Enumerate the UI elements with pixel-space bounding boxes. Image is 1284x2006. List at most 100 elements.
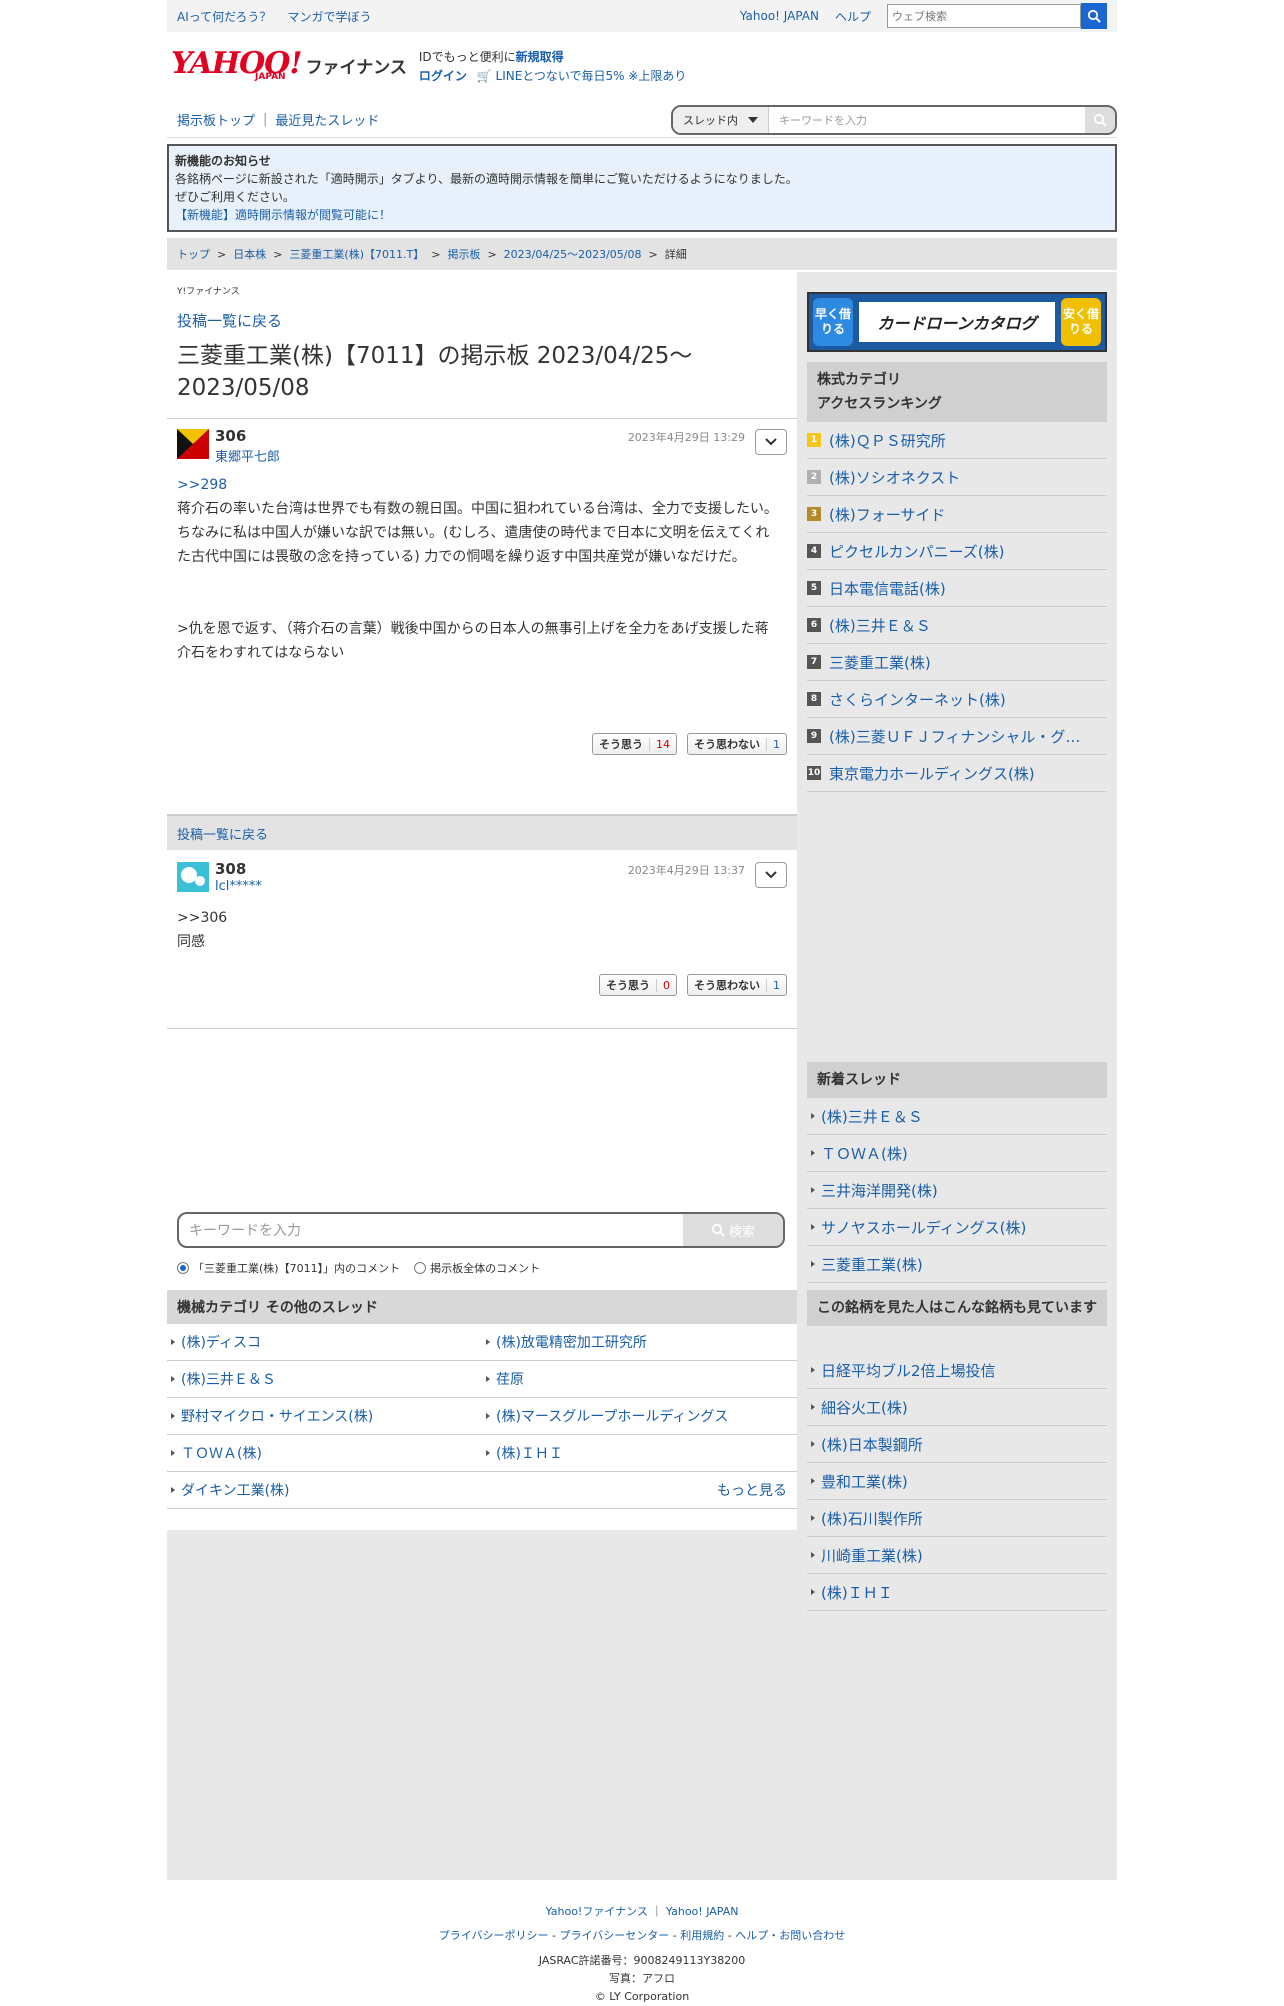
category-link[interactable]: 荏原 xyxy=(496,1369,524,1389)
ranking-item[interactable]: 2 (株)ソシオネクスト xyxy=(807,459,1107,496)
also-link[interactable]: (株)日本製鋼所 xyxy=(821,1434,923,1455)
category-item[interactable]: (株)放電精密加工研究所 xyxy=(482,1324,797,1361)
category-link[interactable]: ＴＯＷＡ(株) xyxy=(181,1443,262,1463)
ranking-link[interactable]: (株)三菱ＵＦＪフィナンシャル・グ… xyxy=(829,726,1080,747)
card-loan-ad[interactable]: 早く借りる カードローンカタログ 安く借りる xyxy=(807,292,1107,352)
post-menu-button[interactable] xyxy=(755,429,787,455)
back-to-list-link[interactable]: 投稿一覧に戻る xyxy=(177,824,268,843)
ranking-item[interactable]: 3 (株)フォーサイド xyxy=(807,496,1107,533)
ranking-item[interactable]: 4 ピクセルカンパニーズ(株) xyxy=(807,533,1107,570)
ranking-link[interactable]: 東京電力ホールディングス(株) xyxy=(829,763,1035,784)
footer-yahoo-link[interactable]: Yahoo! JAPAN xyxy=(666,1905,739,1918)
line-promo-link[interactable]: LINEとつないで毎日5% ※上限あり xyxy=(496,69,687,83)
web-search-button[interactable] xyxy=(1081,3,1107,29)
board-top-link[interactable]: 掲示板トップ xyxy=(177,110,255,129)
agree-button[interactable]: そう思う 14 xyxy=(592,733,677,755)
ranking-item[interactable]: 6 (株)三井Ｅ＆Ｓ xyxy=(807,607,1107,644)
category-link[interactable]: (株)三井Ｅ＆Ｓ xyxy=(181,1369,276,1389)
ranking-link[interactable]: (株)三井Ｅ＆Ｓ xyxy=(829,615,931,636)
login-link[interactable]: ログイン xyxy=(419,69,467,83)
category-link[interactable]: ダイキン工業(株) xyxy=(181,1480,290,1500)
category-item[interactable]: ダイキン工業(株) xyxy=(167,1472,482,1509)
manga-link[interactable]: マンガで学ぼう xyxy=(287,8,371,25)
thread-keyword-input[interactable]: キーワードを入力 xyxy=(769,112,1085,128)
also-link[interactable]: 川崎重工業(株) xyxy=(821,1545,923,1566)
crumb-top[interactable]: トップ xyxy=(177,246,210,262)
disagree-button[interactable]: そう思わない 1 xyxy=(687,974,787,996)
thread-item[interactable]: 三菱重工業(株) xyxy=(807,1246,1107,1283)
also-link[interactable]: 細谷火工(株) xyxy=(821,1397,908,1418)
yahoo-japan-link[interactable]: Yahoo! JAPAN xyxy=(740,9,819,23)
more-link[interactable]: もっと見る xyxy=(717,1480,787,1500)
also-item[interactable]: (株)日本製鋼所 xyxy=(807,1426,1107,1463)
category-item[interactable]: (株)ＩＨＩ xyxy=(482,1435,797,1472)
terms-link[interactable]: 利用規約 xyxy=(680,1929,724,1942)
category-link[interactable]: (株)ＩＨＩ xyxy=(496,1443,563,1463)
footer-finance-link[interactable]: Yahoo!ファイナンス xyxy=(546,1905,648,1918)
ai-link[interactable]: AIって何だろう？ xyxy=(177,8,271,25)
thread-item[interactable]: 三井海洋開発(株) xyxy=(807,1172,1107,1209)
thread-link[interactable]: 三菱重工業(株) xyxy=(821,1254,923,1275)
agree-button[interactable]: そう思う 0 xyxy=(599,974,677,996)
ranking-item[interactable]: 5 日本電信電話(株) xyxy=(807,570,1107,607)
category-item[interactable]: (株)マースグループホールディングス xyxy=(482,1398,797,1435)
back-to-list-link[interactable]: 投稿一覧に戻る xyxy=(177,310,282,331)
crumb-period[interactable]: 2023/04/25〜2023/05/08 xyxy=(504,246,642,262)
privacy-link[interactable]: プライバシーポリシー xyxy=(439,1929,549,1942)
category-link[interactable]: (株)マースグループホールディングス xyxy=(496,1406,728,1426)
thread-search-button[interactable] xyxy=(1085,106,1115,133)
radio-thread[interactable]: 「三菱重工業(株)【7011】」内のコメント xyxy=(177,1260,400,1276)
privacy-center-link[interactable]: プライバシーセンター xyxy=(560,1929,670,1942)
category-item[interactable]: 野村マイクロ・サイエンス(株) xyxy=(167,1398,482,1435)
ranking-link[interactable]: (株)ＱＰＳ研究所 xyxy=(829,430,946,451)
scope-select[interactable]: スレッド内 xyxy=(673,106,769,133)
thread-item[interactable]: (株)三井Ｅ＆Ｓ xyxy=(807,1098,1107,1135)
crumb-japan-stocks[interactable]: 日本株 xyxy=(233,246,266,262)
disagree-button[interactable]: そう思わない 1 xyxy=(687,733,787,755)
thread-link[interactable]: ＴＯＷＡ(株) xyxy=(821,1143,908,1164)
reply-link[interactable]: >>298 xyxy=(177,473,782,497)
ranking-link[interactable]: ピクセルカンパニーズ(株) xyxy=(829,541,1005,562)
ranking-link[interactable]: 三菱重工業(株) xyxy=(829,652,931,673)
thread-link[interactable]: 三井海洋開発(株) xyxy=(821,1180,938,1201)
ranking-item[interactable]: 8 さくらインターネット(株) xyxy=(807,681,1107,718)
post-user[interactable]: 東郷平七郎 xyxy=(215,446,280,465)
also-item[interactable]: 細谷火工(株) xyxy=(807,1389,1107,1426)
yahoo-finance-logo[interactable]: YAHOO! JAPAN ファイナンス xyxy=(171,46,407,82)
category-item[interactable]: 荏原 xyxy=(482,1361,797,1398)
notice-link[interactable]: 【新機能】適時開示情報が閲覧可能に！ xyxy=(175,206,1109,224)
ranking-item[interactable]: 10 東京電力ホールディングス(株) xyxy=(807,755,1107,792)
also-item[interactable]: (株)ＩＨＩ xyxy=(807,1574,1107,1611)
also-link[interactable]: 豊和工業(株) xyxy=(821,1471,908,1492)
category-item[interactable]: ＴＯＷＡ(株) xyxy=(167,1435,482,1472)
thread-link[interactable]: サノヤスホールディングス(株) xyxy=(821,1217,1026,1238)
crumb-board[interactable]: 掲示板 xyxy=(447,246,480,262)
recent-threads-link[interactable]: 最近見たスレッド xyxy=(275,110,379,129)
post-menu-button[interactable] xyxy=(755,862,787,888)
also-link[interactable]: (株)石川製作所 xyxy=(821,1508,923,1529)
ranking-link[interactable]: さくらインターネット(株) xyxy=(829,689,1006,710)
also-item[interactable]: 豊和工業(株) xyxy=(807,1463,1107,1500)
thread-item[interactable]: サノヤスホールディングス(株) xyxy=(807,1209,1107,1246)
category-item[interactable]: (株)三井Ｅ＆Ｓ xyxy=(167,1361,482,1398)
also-item[interactable]: (株)石川製作所 xyxy=(807,1500,1107,1537)
category-item[interactable]: (株)ディスコ xyxy=(167,1324,482,1361)
thread-item[interactable]: ＴＯＷＡ(株) xyxy=(807,1135,1107,1172)
ranking-link[interactable]: (株)ソシオネクスト xyxy=(829,467,960,488)
category-link[interactable]: (株)ディスコ xyxy=(181,1332,261,1352)
ranking-item[interactable]: 1 (株)ＱＰＳ研究所 xyxy=(807,422,1107,459)
comment-search-button[interactable]: 検索 xyxy=(683,1214,783,1246)
comment-search-input[interactable]: キーワードを入力 xyxy=(179,1220,683,1240)
category-link[interactable]: (株)放電精密加工研究所 xyxy=(496,1332,647,1352)
ranking-item[interactable]: 7 三菱重工業(株) xyxy=(807,644,1107,681)
also-item[interactable]: 日経平均ブル2倍上場投信 xyxy=(807,1352,1107,1389)
ranking-link[interactable]: (株)フォーサイド xyxy=(829,504,945,525)
ranking-link[interactable]: 日本電信電話(株) xyxy=(829,578,946,599)
also-item[interactable]: 川崎重工業(株) xyxy=(807,1537,1107,1574)
ranking-item[interactable]: 9 (株)三菱ＵＦＪフィナンシャル・グ… xyxy=(807,718,1107,755)
web-search-input[interactable] xyxy=(887,4,1081,28)
footer-help-link[interactable]: ヘルプ・お問い合わせ xyxy=(735,1929,845,1942)
also-link[interactable]: 日経平均ブル2倍上場投信 xyxy=(821,1360,996,1381)
thread-link[interactable]: (株)三井Ｅ＆Ｓ xyxy=(821,1106,923,1127)
help-link[interactable]: ヘルプ xyxy=(835,8,871,25)
